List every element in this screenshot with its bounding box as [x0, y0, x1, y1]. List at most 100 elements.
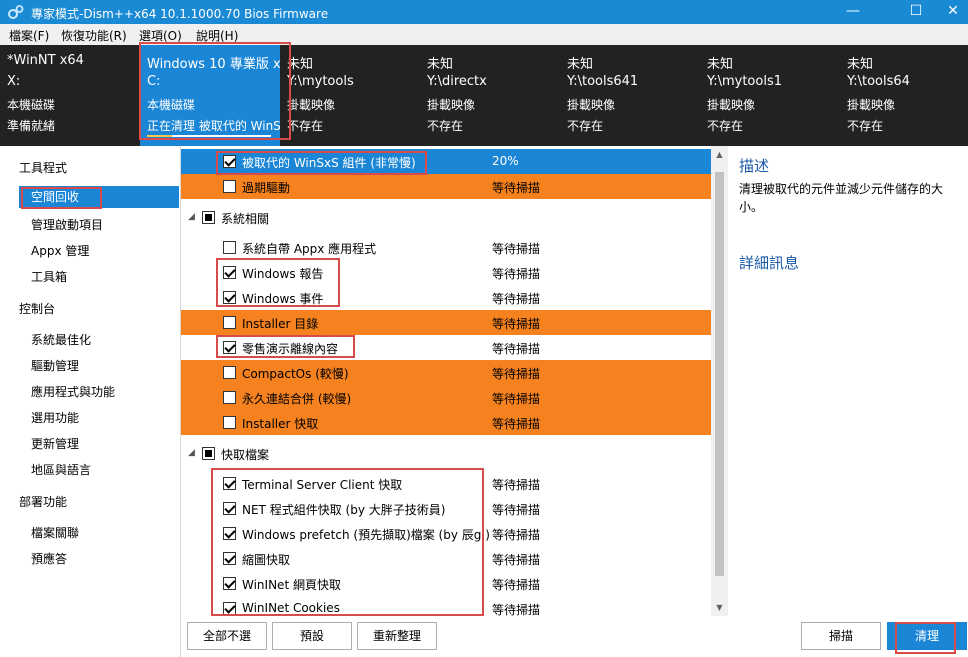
nav-item-optional-features[interactable]: 選用功能 — [31, 409, 79, 426]
image-state: 不存在 — [427, 119, 464, 133]
list-item[interactable]: WinINet 網頁快取 等待掃描 — [181, 571, 711, 596]
list-item[interactable]: 系統自帶 Appx 應用程式 等待掃描 — [181, 235, 711, 260]
menu-options[interactable]: 選項(O) — [139, 27, 182, 44]
default-button[interactable]: 預設 — [272, 622, 352, 650]
nav-item-toolbox[interactable]: 工具箱 — [31, 268, 67, 285]
nav-section-tools: 工具程式 — [19, 161, 68, 175]
item-status: 等待掃描 — [492, 478, 541, 492]
list-scrollbar[interactable]: ▲ ▼ — [711, 146, 728, 616]
scroll-up-arrow-icon[interactable]: ▲ — [711, 146, 728, 163]
image-item[interactable]: *WinNT x64 X: 本機磁碟 準備就緒 — [0, 45, 140, 146]
list-item[interactable]: Windows 事件 等待掃描 — [181, 285, 711, 310]
nav-item-updates[interactable]: 更新管理 — [31, 435, 79, 452]
item-checkbox[interactable] — [223, 391, 236, 404]
nav-item-file-assoc[interactable]: 檔案關聯 — [31, 524, 79, 541]
item-status: 等待掃描 — [492, 603, 541, 616]
deselect-all-button[interactable]: 全部不選 — [187, 622, 267, 650]
image-item[interactable]: 未知 Y:\tools64 掛載映像 不存在 — [840, 45, 968, 146]
item-checkbox[interactable] — [223, 316, 236, 329]
list-item[interactable]: Installer 快取 等待掃描 — [181, 410, 711, 435]
item-checkbox[interactable] — [223, 180, 236, 193]
nav-item-optimize[interactable]: 系統最佳化 — [31, 331, 91, 348]
image-item[interactable]: 未知 Y:\tools641 掛載映像 不存在 — [560, 45, 700, 146]
image-item[interactable]: 未知 Y:\mytools 掛載映像 不存在 — [280, 45, 420, 146]
item-checkbox[interactable] — [223, 577, 236, 590]
item-status: 等待掃描 — [492, 528, 541, 542]
nav-item-drivers[interactable]: 驅動管理 — [31, 357, 79, 374]
group-header-cache[interactable]: ◢ 快取檔案 — [181, 441, 711, 466]
list-item[interactable]: Windows 報告 等待掃描 — [181, 260, 711, 285]
expand-chevron-icon[interactable]: ◢ — [188, 212, 195, 222]
item-status: 等待掃描 — [492, 242, 541, 256]
item-checkbox[interactable] — [223, 602, 236, 615]
left-navigation: 工具程式 空間回收 管理啟動項目 Appx 管理 工具箱 控制台 系統最佳化 驅… — [0, 146, 181, 657]
list-item[interactable]: 永久連結合併 (較慢) 等待掃描 — [181, 385, 711, 410]
list-item[interactable]: 零售演示離線內容 等待掃描 — [181, 335, 711, 360]
nav-item-region[interactable]: 地區與語言 — [31, 461, 91, 478]
list-item[interactable]: 被取代的 WinSxS 組件 (非常慢) 20% — [181, 149, 711, 174]
expand-chevron-icon[interactable]: ◢ — [188, 448, 195, 458]
menu-help[interactable]: 說明(H) — [196, 27, 238, 44]
image-path: Y:\mytools1 — [707, 74, 782, 89]
item-checkbox[interactable] — [223, 155, 236, 168]
clean-button[interactable]: 清理 — [887, 622, 967, 650]
list-item[interactable]: 縮圖快取 等待掃描 — [181, 546, 711, 571]
menu-recovery[interactable]: 恢復功能(R) — [61, 27, 127, 44]
list-item[interactable]: NET 程式組件快取 (by 大胖子技術員) 等待掃描 — [181, 496, 711, 521]
item-checkbox[interactable] — [223, 266, 236, 279]
item-checkbox[interactable] — [223, 291, 236, 304]
list-item[interactable]: Windows prefetch (預先擷取)檔案 (by 辰g.) 等待掃描 — [181, 521, 711, 546]
list-item[interactable]: WinINet Cookies 等待掃描 — [181, 596, 711, 616]
item-checkbox[interactable] — [223, 527, 236, 540]
item-checkbox[interactable] — [223, 341, 236, 354]
app-gear-icon — [8, 5, 24, 19]
list-item[interactable]: Installer 目錄 等待掃描 — [181, 310, 711, 335]
item-status: 等待掃描 — [492, 553, 541, 567]
image-state: 不存在 — [567, 119, 604, 133]
group-checkbox[interactable] — [202, 447, 215, 460]
item-label: NET 程式組件快取 (by 大胖子技術員) — [242, 503, 446, 517]
group-checkbox[interactable] — [202, 211, 215, 224]
item-checkbox[interactable] — [223, 416, 236, 429]
image-name: 未知 — [427, 57, 454, 72]
item-label: CompactOs (較慢) — [242, 367, 349, 381]
image-name: 未知 — [567, 57, 594, 72]
close-button[interactable]: ✕ — [930, 0, 968, 24]
minimize-button[interactable]: — — [830, 0, 876, 24]
item-checkbox[interactable] — [223, 477, 236, 490]
nav-section-deploy: 部署功能 — [19, 495, 68, 509]
item-label: 零售演示離線內容 — [242, 342, 339, 356]
item-checkbox[interactable] — [223, 502, 236, 515]
image-item[interactable]: 未知 Y:\directx 掛載映像 不存在 — [420, 45, 560, 146]
list-item[interactable]: 過期驅動 等待掃描 — [181, 174, 711, 199]
description-text: 清理被取代的元件並減少元件儲存的大小。 — [739, 182, 944, 214]
scroll-thumb[interactable] — [715, 172, 724, 576]
nav-item-startup[interactable]: 管理啟動項目 — [31, 216, 103, 233]
menu-file[interactable]: 檔案(F) — [9, 27, 49, 44]
item-checkbox[interactable] — [223, 552, 236, 565]
nav-item-answer-file[interactable]: 預應答 — [31, 550, 67, 567]
image-item[interactable]: 未知 Y:\mytools1 掛載映像 不存在 — [700, 45, 840, 146]
refresh-button[interactable]: 重新整理 — [357, 622, 437, 650]
image-type: 掛載映像 — [707, 98, 756, 112]
item-checkbox[interactable] — [223, 366, 236, 379]
item-status: 等待掃描 — [492, 503, 541, 517]
item-label: 被取代的 WinSxS 組件 (非常慢) — [242, 156, 416, 170]
item-status: 等待掃描 — [492, 417, 541, 431]
group-header-system[interactable]: ◢ 系統相關 — [181, 205, 711, 230]
clean-progress-fill — [147, 135, 172, 137]
scroll-down-arrow-icon[interactable]: ▼ — [711, 599, 728, 616]
image-type: 掛載映像 — [847, 98, 896, 112]
item-checkbox[interactable] — [223, 241, 236, 254]
image-name: 未知 — [707, 57, 734, 72]
nav-item-appx[interactable]: Appx 管理 — [31, 242, 89, 259]
item-label: Installer 目錄 — [242, 317, 319, 331]
list-item[interactable]: CompactOs (較慢) 等待掃描 — [181, 360, 711, 385]
list-item[interactable]: Terminal Server Client 快取 等待掃描 — [181, 471, 711, 496]
nav-item-space-recovery[interactable]: 空間回收 — [19, 186, 179, 208]
scan-button[interactable]: 掃描 — [801, 622, 881, 650]
nav-section-control: 控制台 — [19, 302, 56, 316]
nav-item-apps[interactable]: 應用程式與功能 — [31, 383, 115, 400]
image-type: 本機磁碟 — [147, 98, 196, 112]
image-item-selected[interactable]: Windows 10 專業版 x64 C: 本機磁碟 正在清理 被取代的 Win… — [140, 45, 280, 146]
